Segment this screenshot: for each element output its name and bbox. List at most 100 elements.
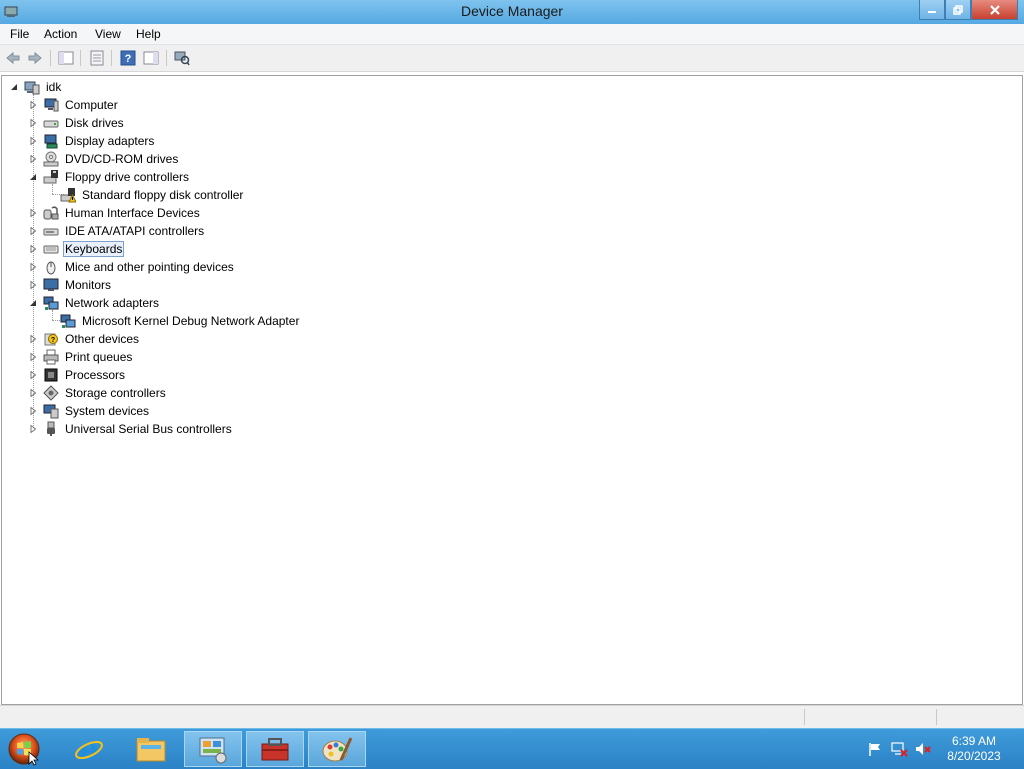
category-node-system-devices[interactable]: System devices bbox=[29, 402, 151, 420]
toolbar: ? bbox=[0, 45, 1024, 72]
expand-arrow-icon[interactable] bbox=[29, 281, 37, 289]
paint-icon bbox=[322, 737, 353, 762]
category-node-mice-and-other-pointing-devices[interactable]: Mice and other pointing devices bbox=[29, 258, 236, 276]
taskbar-toolbox[interactable] bbox=[246, 731, 304, 767]
close-button[interactable] bbox=[971, 0, 1018, 20]
device-node-microsoft-kernel-debug-network-adapter[interactable]: Microsoft Kernel Debug Network Adapter bbox=[60, 312, 301, 330]
expand-arrow-icon[interactable] bbox=[29, 371, 37, 379]
category-node-storage-controllers[interactable]: Storage controllers bbox=[29, 384, 168, 402]
action-center-flag-icon[interactable] bbox=[866, 740, 884, 758]
taskbar-file-explorer[interactable] bbox=[122, 731, 180, 767]
show-hide-button[interactable] bbox=[142, 49, 160, 67]
category-node-monitors[interactable]: Monitors bbox=[29, 276, 113, 294]
category-node-disk-drives[interactable]: Disk drives bbox=[29, 114, 126, 132]
menu-action[interactable]: Action bbox=[44, 27, 77, 41]
category-node-print-queues[interactable]: Print queues bbox=[29, 348, 134, 366]
category-node-other-devices[interactable]: ? Other devices bbox=[29, 330, 141, 348]
tree-node-label: System devices bbox=[65, 404, 150, 418]
device-node-standard-floppy-disk-controller[interactable]: Standard floppy disk controller bbox=[60, 186, 245, 204]
tree-node-label: DVD/CD-ROM drives bbox=[65, 152, 179, 166]
network-tray-icon[interactable] bbox=[890, 740, 908, 758]
help-button[interactable]: ? bbox=[119, 49, 137, 67]
collapse-arrow-icon[interactable] bbox=[29, 299, 37, 307]
expand-arrow-icon[interactable] bbox=[29, 407, 37, 415]
minimize-icon bbox=[928, 10, 936, 13]
taskbar-control-panel[interactable] bbox=[184, 731, 242, 767]
usb-icon bbox=[43, 421, 59, 437]
taskbar-internet-explorer[interactable]: e bbox=[60, 731, 118, 767]
menu-view[interactable]: View bbox=[95, 27, 121, 41]
title-bar[interactable]: Device Manager bbox=[0, 0, 1024, 24]
category-node-network-adapters[interactable]: Network adapters bbox=[29, 294, 161, 312]
clock-time: 6:39 AM bbox=[951, 734, 997, 748]
expand-arrow-icon[interactable] bbox=[29, 137, 37, 145]
taskbar-paint[interactable] bbox=[308, 731, 366, 767]
category-node-computer[interactable]: Computer bbox=[29, 96, 120, 114]
other-devices-icon: ? bbox=[43, 331, 59, 347]
expand-arrow-icon[interactable] bbox=[29, 263, 37, 271]
tree-node-label: Display adapters bbox=[65, 134, 155, 148]
tree-node-label: Print queues bbox=[65, 350, 133, 364]
category-node-dvd-cd-rom-drives[interactable]: DVD/CD-ROM drives bbox=[29, 150, 180, 168]
expand-arrow-icon[interactable] bbox=[29, 335, 37, 343]
taskbar: e 6:39 AM 8/20/2023 bbox=[0, 728, 1024, 769]
category-node-keyboards[interactable]: Keyboards bbox=[29, 240, 125, 258]
floppy-warning-icon bbox=[60, 187, 76, 203]
forward-icon bbox=[28, 51, 42, 65]
dvd-drive-icon bbox=[43, 151, 59, 167]
category-node-display-adapters[interactable]: Display adapters bbox=[29, 132, 156, 150]
start-button[interactable] bbox=[6, 732, 42, 766]
device-tree[interactable]: idk Computer Disk drives Display adapters DV… bbox=[1, 75, 1023, 705]
expand-arrow-icon[interactable] bbox=[29, 209, 37, 217]
taskbar-clock[interactable]: 6:39 AM 8/20/2023 bbox=[938, 734, 1010, 764]
properties-button[interactable] bbox=[88, 49, 106, 67]
category-node-human-interface-devices[interactable]: Human Interface Devices bbox=[29, 204, 202, 222]
start-orb-icon bbox=[8, 733, 40, 766]
printer-icon bbox=[43, 349, 59, 365]
collapse-arrow-icon[interactable] bbox=[10, 83, 18, 91]
category-node-ide-ata-atapi-controllers[interactable]: IDE ATA/ATAPI controllers bbox=[29, 222, 206, 240]
computer-icon bbox=[43, 97, 59, 113]
back-button[interactable] bbox=[4, 49, 22, 67]
keyboard-icon bbox=[43, 241, 59, 257]
minimize-button[interactable] bbox=[919, 0, 945, 20]
network-adapter-icon bbox=[43, 295, 59, 311]
scan-hardware-icon bbox=[174, 51, 190, 66]
network-adapter-icon bbox=[60, 313, 76, 329]
restore-button[interactable] bbox=[945, 0, 971, 20]
svg-text:?: ? bbox=[125, 53, 132, 65]
expand-arrow-icon[interactable] bbox=[29, 389, 37, 397]
console-tree-button[interactable] bbox=[57, 49, 75, 67]
tree-node-label: Human Interface Devices bbox=[65, 206, 200, 220]
menu-help[interactable]: Help bbox=[136, 27, 161, 41]
forward-button[interactable] bbox=[26, 49, 44, 67]
file-explorer-icon bbox=[136, 738, 166, 762]
clock-date: 8/20/2023 bbox=[947, 749, 1001, 763]
expand-arrow-icon[interactable] bbox=[29, 119, 37, 127]
category-node-universal-serial-bus-controllers[interactable]: Universal Serial Bus controllers bbox=[29, 420, 234, 438]
close-icon bbox=[989, 4, 1000, 15]
tree-node-label: Standard floppy disk controller bbox=[82, 188, 244, 202]
monitor-icon bbox=[43, 277, 59, 293]
status-bar bbox=[0, 705, 1024, 728]
tree-node-label: Mice and other pointing devices bbox=[65, 260, 234, 274]
menu-file[interactable]: File bbox=[10, 27, 29, 41]
tree-node-label: Other devices bbox=[65, 332, 140, 346]
scan-hardware-button[interactable] bbox=[173, 49, 191, 67]
expand-arrow-icon[interactable] bbox=[29, 353, 37, 361]
expand-arrow-icon[interactable] bbox=[29, 101, 37, 109]
expand-arrow-icon[interactable] bbox=[29, 155, 37, 163]
system-devices-icon bbox=[43, 403, 59, 419]
expand-arrow-icon[interactable] bbox=[29, 425, 37, 433]
expand-arrow-icon[interactable] bbox=[29, 227, 37, 235]
volume-muted-icon[interactable] bbox=[914, 740, 932, 758]
category-node-processors[interactable]: Processors bbox=[29, 366, 127, 384]
collapse-arrow-icon[interactable] bbox=[29, 173, 37, 181]
control-panel-icon bbox=[199, 737, 227, 764]
tree-node-label: Universal Serial Bus controllers bbox=[65, 422, 232, 436]
category-node-floppy-drive-controllers[interactable]: Floppy drive controllers bbox=[29, 168, 191, 186]
tree-root-node[interactable]: idk bbox=[10, 78, 63, 96]
expand-arrow-icon[interactable] bbox=[29, 245, 37, 253]
processor-icon bbox=[43, 367, 59, 383]
floppy-controller-icon bbox=[43, 169, 59, 185]
